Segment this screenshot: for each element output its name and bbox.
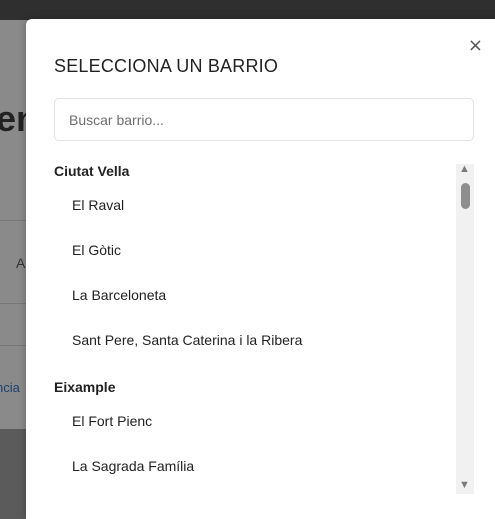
- background-link: ncia: [0, 380, 20, 395]
- scrollbar-thumb[interactable]: [461, 183, 470, 209]
- list-item[interactable]: El Gòtic: [54, 228, 454, 273]
- neighborhood-list: Ciutat Vella El Raval El Gòtic La Barcel…: [54, 159, 454, 489]
- group-ciutat-vella: Ciutat Vella El Raval El Gòtic La Barcel…: [54, 159, 454, 363]
- list-item[interactable]: Sant Pere, Santa Caterina i la Ribera: [54, 318, 454, 363]
- list-item[interactable]: El Fort Pienc: [54, 399, 454, 444]
- neighborhood-modal: × SELECCIONA UN BARRIO Ciutat Vella El R…: [26, 19, 495, 519]
- background-top-bar: [0, 0, 495, 20]
- list-item[interactable]: La Barceloneta: [54, 273, 454, 318]
- search-input[interactable]: [54, 98, 474, 141]
- list-item[interactable]: El Raval: [54, 183, 454, 228]
- group-eixample: Eixample El Fort Pienc La Sagrada Famíli…: [54, 375, 454, 489]
- scroll-down-arrow-icon[interactable]: ▼: [459, 480, 470, 491]
- close-icon[interactable]: ×: [468, 37, 483, 55]
- modal-title: SELECCIONA UN BARRIO: [54, 56, 279, 76]
- group-title: Ciutat Vella: [54, 163, 130, 179]
- scrollbar-track[interactable]: [456, 164, 474, 494]
- group-title: Eixample: [54, 379, 116, 395]
- background-letter: A: [16, 255, 26, 271]
- scroll-up-arrow-icon[interactable]: ▲: [459, 164, 470, 175]
- list-item[interactable]: La Sagrada Família: [54, 444, 454, 489]
